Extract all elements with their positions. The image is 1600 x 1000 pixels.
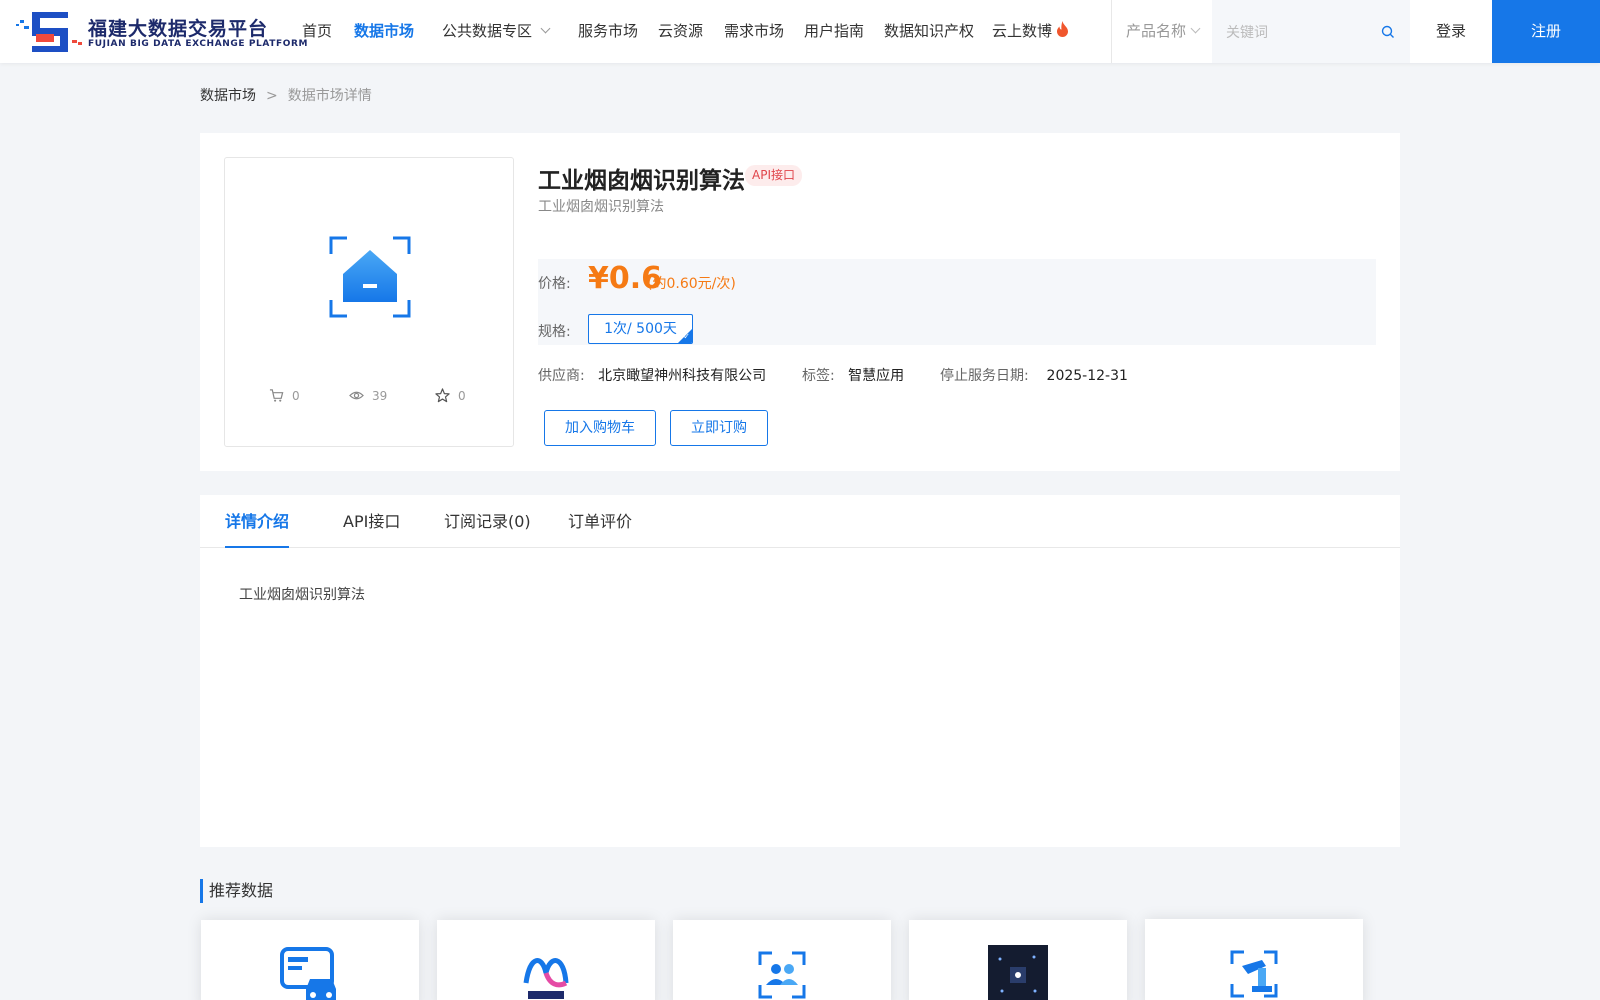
cart-icon (269, 389, 284, 402)
header-divider (1111, 0, 1112, 63)
tab-detail[interactable]: 详情介绍 (225, 495, 290, 548)
fire-icon (1057, 21, 1069, 37)
search-category-select[interactable]: 产品名称 (1126, 0, 1201, 63)
chip-photo-icon (988, 945, 1048, 1000)
tag-label: 标签: (802, 368, 835, 384)
recommend-card[interactable] (437, 920, 655, 1000)
anxin-logo-icon (523, 958, 569, 999)
scan-house-icon (329, 236, 411, 318)
view-count: 39 (349, 388, 387, 404)
price-label: 价格: (538, 276, 571, 292)
spec-option-label: 1次/ 500天 (604, 321, 677, 337)
price-box: 价格: ¥0.6 (约0.60元/次) 规格: 1次/ 500天 ✓ (538, 259, 1376, 345)
logo-text-en: FUJIAN BIG DATA EXCHANGE PLATFORM (88, 39, 309, 49)
card-car-icon (280, 947, 336, 1000)
product-subtitle: 工业烟囱烟识别算法 (538, 199, 664, 215)
recommend-title: 推荐数据 (200, 879, 273, 903)
detail-panel: 详情介绍 API接口 订阅记录(0) 订单评价 工业烟囱烟识别算法 (200, 495, 1400, 847)
nav-service-market[interactable]: 服务市场 (578, 0, 638, 63)
star-icon (435, 388, 450, 403)
breadcrumb-separator: > (266, 88, 278, 104)
view-count-value: 39 (372, 389, 388, 403)
detail-tabs: 详情介绍 API接口 订阅记录(0) 订单评价 (200, 495, 1400, 548)
top-header: 福建大数据交易平台 FUJIAN BIG DATA EXCHANGE PLATF… (0, 0, 1600, 63)
supplier-name: 北京瞰望神州科技有限公司 (598, 368, 767, 384)
product-title: 工业烟囱烟识别算法 (538, 168, 745, 194)
nav-demand-market[interactable]: 需求市场 (724, 0, 784, 63)
favorite-count-value: 0 (458, 389, 466, 403)
recommend-card[interactable] (1145, 919, 1363, 1000)
tag-value: 智慧应用 (848, 368, 905, 384)
subscribe-button[interactable]: 立即订购 (670, 410, 768, 446)
site-logo[interactable]: 福建大数据交易平台 FUJIAN BIG DATA EXCHANGE PLATF… (16, 10, 307, 54)
tab-subscriptions[interactable]: 订阅记录(0) (444, 495, 531, 548)
register-button[interactable]: 注册 (1492, 0, 1600, 63)
robot-arm-icon (1230, 950, 1278, 998)
people-scan-icon (758, 951, 806, 999)
tag-info: 标签: 智慧应用 (802, 365, 904, 385)
recommend-card[interactable] (909, 920, 1127, 1000)
favorite-count[interactable]: 0 (435, 388, 466, 404)
add-to-cart-button[interactable]: 加入购物车 (544, 410, 656, 446)
eye-icon (349, 391, 364, 400)
stop-date-info: 停止服务日期: 2025-12-31 (940, 365, 1128, 385)
stop-date-value: 2025-12-31 (1046, 368, 1128, 384)
search-icon[interactable] (1381, 25, 1395, 39)
tab-reviews[interactable]: 订单评价 (568, 495, 632, 548)
nav-public-data[interactable]: 公共数据专区 (442, 0, 551, 63)
product-card: 0 39 0 工业烟囱烟识别算法 API接口 工业烟囱烟识别算法 价格: ¥0.… (200, 133, 1400, 471)
breadcrumb: 数据市场 > 数据市场详情 (200, 86, 372, 106)
supplier-info: 供应商: 北京瞰望神州科技有限公司 (538, 365, 766, 385)
nav-data-market[interactable]: 数据市场 (354, 0, 414, 63)
spec-option-selected[interactable]: 1次/ 500天 ✓ (588, 314, 693, 344)
recommend-card[interactable] (201, 920, 419, 1000)
chevron-down-icon (540, 23, 551, 34)
nav-home[interactable]: 首页 (302, 0, 332, 63)
stop-date-label: 停止服务日期: (940, 368, 1029, 384)
logo-text-cn: 福建大数据交易平台 (88, 18, 269, 40)
cart-count-value: 0 (292, 389, 300, 403)
cart-count: 0 (269, 388, 300, 404)
check-icon: ✓ (683, 332, 690, 341)
breadcrumb-data-market[interactable]: 数据市场 (200, 88, 256, 104)
search-input[interactable] (1226, 20, 1376, 44)
search-box (1212, 0, 1410, 63)
nav-public-data-label: 公共数据专区 (442, 22, 533, 40)
search-category-label: 产品名称 (1126, 22, 1187, 40)
logo-mark-icon (16, 12, 82, 52)
nav-data-ip[interactable]: 数据知识产权 (884, 0, 974, 63)
api-badge: API接口 (745, 165, 802, 186)
nav-digital-expo[interactable]: 云上数博 (992, 0, 1069, 63)
nav-digital-expo-label: 云上数博 (992, 22, 1053, 40)
supplier-label: 供应商: (538, 368, 585, 384)
product-thumbnail: 0 39 0 (224, 157, 514, 447)
breadcrumb-current: 数据市场详情 (287, 88, 372, 104)
nav-cloud[interactable]: 云资源 (658, 0, 703, 63)
detail-text: 工业烟囱烟识别算法 (239, 587, 365, 603)
chevron-down-icon (1190, 23, 1201, 34)
nav-user-guide[interactable]: 用户指南 (804, 0, 864, 63)
recommend-card[interactable] (673, 920, 891, 1000)
price-note: (约0.60元/次) (647, 276, 736, 292)
spec-label: 规格: (538, 324, 571, 340)
tab-api[interactable]: API接口 (343, 495, 400, 548)
login-button[interactable]: 登录 (1410, 0, 1492, 63)
